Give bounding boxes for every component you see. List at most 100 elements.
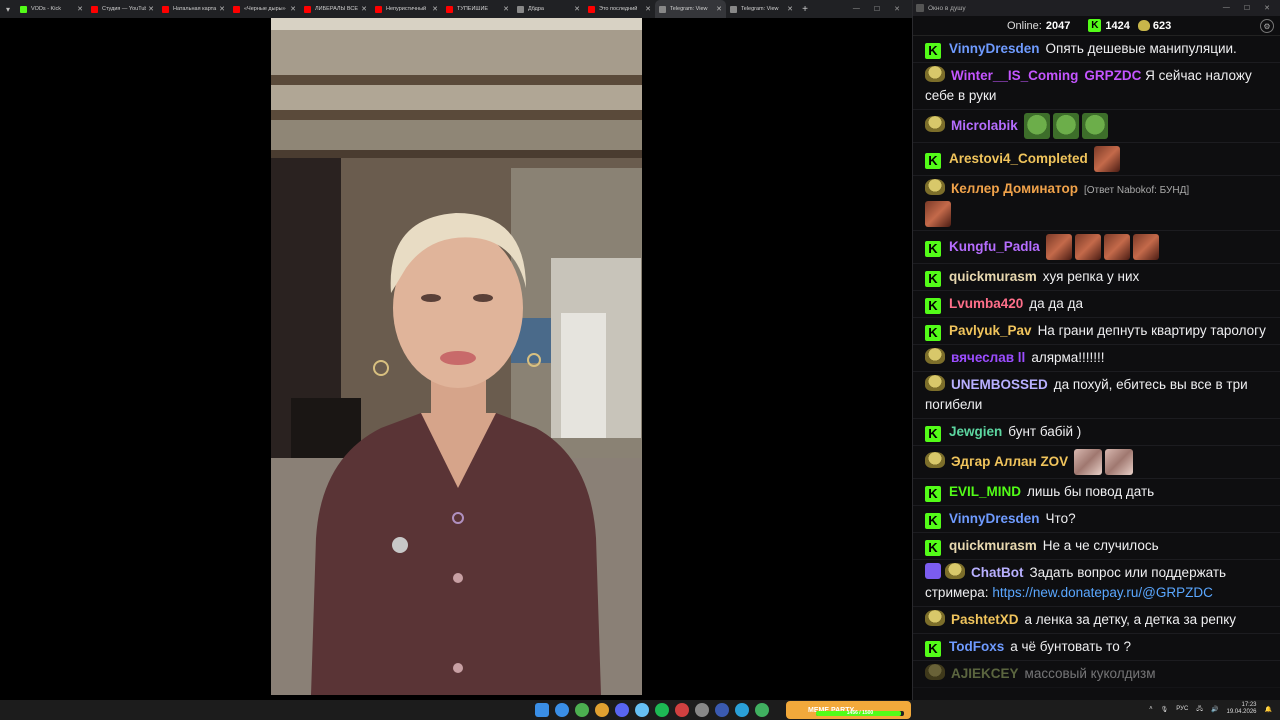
taskbar-app-icon[interactable]	[615, 703, 629, 717]
tab-close-icon[interactable]: ✕	[787, 5, 793, 13]
kick-badge-icon: K	[925, 641, 941, 657]
volume-icon[interactable]: 🔊	[1211, 706, 1218, 713]
tray-chevron-icon[interactable]: ˄	[1149, 706, 1153, 712]
browser-window-controls: — ☐ ✕	[853, 5, 912, 13]
browser-tab[interactable]: Telegram: View ✕	[726, 0, 797, 18]
kick-badge-icon: K	[925, 271, 941, 287]
meme-party-progress-bar: 1456 / 1500	[816, 710, 904, 716]
tab-close-icon[interactable]: ✕	[361, 5, 367, 13]
chat-username[interactable]: Келлер Доминатор	[951, 181, 1078, 196]
emote-face-icon	[1103, 234, 1130, 260]
browser-tab[interactable]: «Черные дыры» ✕	[229, 0, 300, 18]
chat-username[interactable]: EVIL_MIND	[949, 484, 1021, 499]
tab-title: VODs - Kick	[31, 6, 61, 12]
browser-tab[interactable]: Натальная карта ✕	[158, 0, 229, 18]
network-icon[interactable]: 🖧	[1196, 704, 1203, 714]
browser-tab[interactable]: ЛИБЕРАЛЫ ВСЁ ✕	[300, 0, 371, 18]
windows-taskbar: MEME PARTY 1456 / 1500 ˄ 🎙 РУС 🖧 🔊 17:23…	[0, 700, 1280, 720]
meme-party-widget[interactable]: MEME PARTY 1456 / 1500	[786, 701, 911, 719]
chat-username[interactable]: AJIEKCEY	[951, 666, 1019, 681]
tab-close-icon[interactable]: ✕	[290, 5, 296, 13]
chat-message: K Pavlyuk_Pav На грани депнуть квартиру та…	[913, 318, 1280, 345]
taskbar-app-icon[interactable]	[695, 703, 709, 717]
chat-username[interactable]: Arestovi4_Completed	[949, 151, 1088, 166]
taskbar-app-icon[interactable]	[715, 703, 729, 717]
windows-start-icon[interactable]	[535, 703, 549, 717]
kick-badge-icon: K	[925, 298, 941, 314]
donate-link[interactable]: https://new.donatepay.ru/@GRPZDC	[992, 585, 1213, 600]
chat-username[interactable]: ChatBot	[971, 565, 1024, 580]
chat-message: K EVIL_MIND лишь бы повод дать	[913, 479, 1280, 506]
tab-close-icon[interactable]: ✕	[432, 5, 438, 13]
pepe-badge-icon	[925, 451, 945, 468]
maximize-icon[interactable]: ☐	[874, 5, 880, 13]
tab-close-icon[interactable]: ✕	[645, 5, 651, 13]
video-frame[interactable]	[271, 18, 642, 695]
chat-username[interactable]: VinnyDresden	[949, 511, 1040, 526]
browser-tab[interactable]: Telegram: View ✕	[655, 0, 726, 18]
taskbar-app-icon[interactable]	[735, 703, 749, 717]
chat-username[interactable]: Winter__IS_Coming	[951, 68, 1078, 83]
maximize-icon[interactable]: ☐	[1244, 4, 1250, 12]
chat-username[interactable]: вячеслав ll	[951, 350, 1025, 365]
taskbar-app-icon[interactable]	[575, 703, 589, 717]
taskbar-app-icon[interactable]	[675, 703, 689, 717]
chat-message: K Jewgien бунт бабій )	[913, 419, 1280, 446]
tab-favicon-icon	[517, 5, 524, 13]
tab-close-icon[interactable]: ✕	[77, 5, 83, 13]
chat-username[interactable]: PashtetXD	[951, 612, 1019, 627]
chat-message: K VinnyDresden Что?	[913, 506, 1280, 533]
chat-message: Winter__IS_Coming GRPZDC Я сейчас наложу …	[913, 63, 1280, 110]
emote-face-icon	[1074, 234, 1101, 260]
tab-close-icon[interactable]: ✕	[148, 5, 154, 13]
browser-tab[interactable]: ТУПЕЙШИЕ ✕	[442, 0, 513, 18]
chat-username[interactable]: Lvumba420	[949, 296, 1023, 311]
taskbar-app-icon[interactable]	[595, 703, 609, 717]
tab-close-icon[interactable]: ✕	[503, 5, 509, 13]
kick-viewers-stat: K 1424	[1088, 19, 1130, 32]
chat-username[interactable]: Kungfu_Padla	[949, 239, 1040, 254]
tab-list-menu-icon[interactable]: ▾	[0, 0, 16, 18]
kick-badge-icon: K	[925, 513, 941, 529]
video-player-area[interactable]	[0, 18, 912, 695]
browser-tab[interactable]: Дбдра ✕	[513, 0, 584, 18]
clock[interactable]: 17:23 19.04.2026	[1226, 702, 1256, 716]
kick-badge-icon: K	[925, 43, 941, 59]
settings-gear-icon[interactable]: ⚙	[1260, 19, 1274, 33]
microphone-icon[interactable]: 🎙	[1161, 706, 1169, 713]
close-icon[interactable]: ✕	[1264, 4, 1270, 12]
chat-message-text: массовый куколдизм	[1024, 666, 1156, 681]
browser-tab[interactable]: Непуристичный ✕	[371, 0, 442, 18]
tab-close-icon[interactable]: ✕	[574, 5, 580, 13]
chat-username[interactable]: Эдгар Аллан ZOV	[951, 454, 1068, 469]
chat-message: вячеслав ll алярма!!!!!!!	[913, 345, 1280, 372]
notification-icon[interactable]: 🔔	[1265, 706, 1272, 713]
taskbar-app-icon[interactable]	[555, 703, 569, 717]
tab-close-icon[interactable]: ✕	[219, 5, 225, 13]
chat-username[interactable]: Jewgien	[949, 424, 1002, 439]
chat-message: UNEMBOSSED да похуй, ебитесь вы все в три…	[913, 372, 1280, 419]
chat-username[interactable]: Pavlyuk_Pav	[949, 323, 1032, 338]
chat-username[interactable]: UNEMBOSSED	[951, 377, 1048, 392]
chat-username[interactable]: quickmurasm	[949, 538, 1037, 553]
close-icon[interactable]: ✕	[894, 5, 900, 13]
browser-tab[interactable]: VODs - Kick ✕	[16, 0, 87, 18]
tab-favicon-icon	[304, 5, 311, 13]
taskbar-app-icon[interactable]	[755, 703, 769, 717]
chat-message: Microlabik	[913, 110, 1280, 143]
kick-viewers-count: 1424	[1105, 19, 1130, 32]
browser-tab[interactable]: Студия — YouTube ✕	[87, 0, 158, 18]
chat-username[interactable]: Microlabik	[951, 118, 1018, 133]
language-indicator[interactable]: РУС	[1176, 706, 1188, 712]
taskbar-app-icon[interactable]	[655, 703, 669, 717]
chat-message: Kquickmurasm Не а че случилось	[913, 533, 1280, 560]
taskbar-app-icon[interactable]	[635, 703, 649, 717]
chat-username[interactable]: TodFoxs	[949, 639, 1004, 654]
minimize-icon[interactable]: —	[1223, 4, 1230, 12]
minimize-icon[interactable]: —	[853, 5, 860, 13]
tab-close-icon[interactable]: ✕	[716, 5, 722, 13]
new-tab-button[interactable]: +	[797, 4, 813, 15]
chat-username[interactable]: quickmurasm	[949, 269, 1037, 284]
browser-tab[interactable]: Это последний ✕	[584, 0, 655, 18]
chat-username[interactable]: VinnyDresden	[949, 41, 1040, 56]
